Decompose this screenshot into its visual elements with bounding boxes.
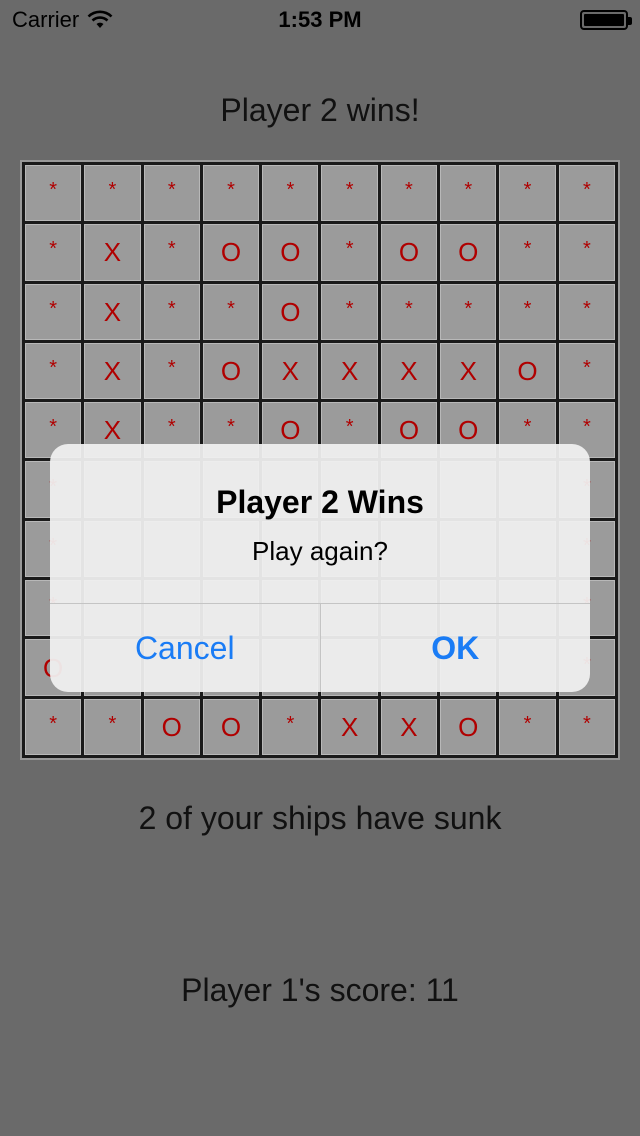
alert-title: Player 2 Wins [216,484,424,520]
ok-button[interactable]: OK [321,604,591,692]
cancel-button[interactable]: Cancel [50,604,321,692]
alert-button-row: Cancel OK [50,603,590,692]
alert-dialog: Player 2 Wins Play again? Cancel OK [50,444,590,692]
alert-message: Play again? [252,536,388,566]
